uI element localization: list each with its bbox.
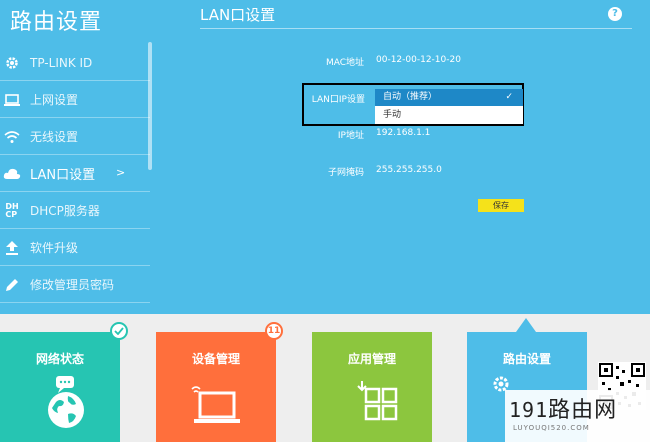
sidebar-item-wireless[interactable]: 无线设置 <box>0 119 150 155</box>
sidebar: 路由设置 TP-LINK ID 上网设置 无线设置 LAN口设置 > DH CP… <box>0 0 158 314</box>
sidebar-item-upgrade[interactable]: 软件升级 <box>0 230 150 266</box>
subnet-mask-label: 子网掩码 <box>327 168 364 178</box>
gear-icon <box>2 53 22 73</box>
page-title: LAN口设置 <box>200 6 276 24</box>
tile-label: 网络状态 <box>35 352 84 366</box>
sidebar-item-label: DHCP服务器 <box>30 204 100 218</box>
watermark-url: LUYOUQI520.COM <box>513 424 590 432</box>
chevron-right-icon: > <box>116 166 126 179</box>
sidebar-item-internet[interactable]: 上网设置 <box>0 82 150 118</box>
wifi-icon <box>2 127 22 147</box>
tile-network-status[interactable]: 网络状态 <box>0 332 120 442</box>
grid-icon <box>312 374 432 434</box>
status-ok-icon <box>110 322 128 340</box>
tile-label: 设备管理 <box>191 352 240 366</box>
mac-label: MAC地址 <box>325 58 364 68</box>
tile-label: 应用管理 <box>347 352 396 366</box>
subnet-mask-value: 255.255.255.0 <box>376 165 442 175</box>
ip-label: IP地址 <box>337 131 364 141</box>
cloud-icon <box>2 164 22 184</box>
sidebar-item-label: 无线设置 <box>30 130 79 144</box>
sidebar-item-admin-password[interactable]: 修改管理员密码 <box>0 267 150 303</box>
sidebar-item-label: LAN口设置 <box>30 168 96 183</box>
title-divider <box>200 28 632 29</box>
pencil-icon <box>2 275 22 295</box>
save-button[interactable]: 保存 <box>478 199 524 212</box>
sidebar-item-tplink-id[interactable]: TP-LINK ID <box>0 45 150 81</box>
main-panel: LAN口设置 ? <box>158 0 650 314</box>
sidebar-item-label: 修改管理员密码 <box>30 278 115 292</box>
active-tile-pointer <box>516 318 536 332</box>
sidebar-title: 路由设置 <box>10 10 103 35</box>
option-manual[interactable]: 手动 <box>375 106 523 124</box>
globe-icon <box>0 374 120 434</box>
watermark-logo: 191路由网 <box>509 398 618 423</box>
sidebar-item-dhcp[interactable]: DH CP DHCP服务器 <box>0 193 150 229</box>
sidebar-item-label: TP-LINK ID <box>30 55 93 70</box>
upload-icon <box>2 238 22 258</box>
select-value: 自动（推荐） <box>383 92 438 102</box>
sidebar-item-label: 上网设置 <box>30 93 79 107</box>
monitor-icon <box>2 90 22 110</box>
check-icon: ✓ <box>505 92 513 102</box>
sidebar-scrollbar[interactable] <box>148 42 152 170</box>
mac-value: 00-12-00-12-10-20 <box>376 55 461 65</box>
watermark: 191路由网 LUYOUQI520.COM <box>505 390 650 442</box>
ip-value: 192.168.1.1 <box>376 128 431 138</box>
help-icon[interactable]: ? <box>608 7 622 21</box>
sidebar-item-label: 软件升级 <box>30 241 79 255</box>
dhcp-icon: DH CP <box>5 201 19 219</box>
lan-ip-mode-select[interactable]: 自动（推荐） ✓ <box>375 89 523 106</box>
laptop-icon <box>156 374 276 434</box>
tile-device-management[interactable]: 设备管理 <box>156 332 276 442</box>
tile-app-management[interactable]: 应用管理 <box>312 332 432 442</box>
tile-label: 路由设置 <box>502 352 551 366</box>
sidebar-item-lan[interactable]: LAN口设置 > <box>0 156 150 192</box>
device-count-badge: 11 <box>265 322 283 340</box>
